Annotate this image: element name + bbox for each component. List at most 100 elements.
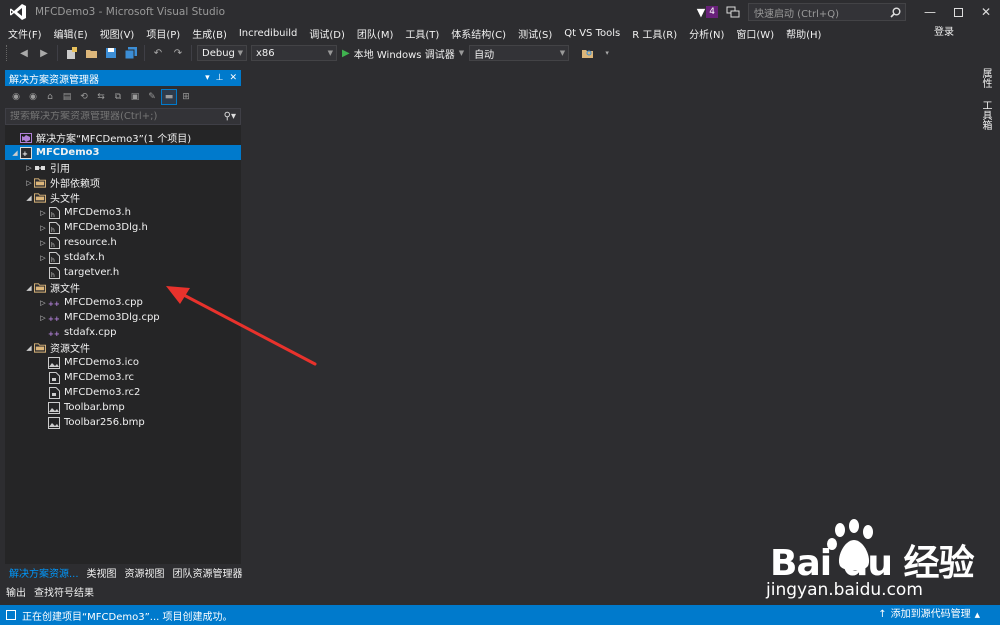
properties-wrench-icon[interactable]: ✎ — [145, 90, 159, 104]
forward-icon[interactable]: ◉ — [26, 90, 40, 104]
tree-item[interactable]: ▷ 引用 — [5, 160, 241, 176]
menu-edit[interactable]: 编辑(E) — [48, 26, 94, 41]
collapsed-arrow-icon[interactable]: ▷ — [38, 220, 48, 235]
svg-text:+: + — [22, 150, 28, 158]
preview-selected-icon[interactable]: ▬ — [161, 89, 177, 105]
collapsed-arrow-icon[interactable]: ▷ — [24, 160, 34, 175]
svg-text:h: h — [51, 242, 55, 249]
menu-architecture[interactable]: 体系结构(C) — [445, 26, 512, 41]
collapsed-arrow-icon[interactable]: ▷ — [38, 235, 48, 250]
tab-solution-explorer[interactable]: 解决方案资源... — [5, 565, 83, 580]
tab-resource-view[interactable]: 资源视图 — [121, 565, 169, 580]
open-file-icon[interactable] — [83, 45, 99, 61]
feedback-icon[interactable] — [726, 5, 740, 19]
save-icon[interactable] — [103, 45, 119, 61]
solution-platform-select[interactable]: x86 ▼ — [251, 45, 337, 61]
menu-qt-vs-tools[interactable]: Qt VS Tools — [558, 28, 626, 39]
menu-window[interactable]: 窗口(W) — [730, 26, 780, 41]
tab-class-view[interactable]: 类视图 — [83, 565, 121, 580]
sync-icon[interactable]: ⇆ — [94, 90, 108, 104]
class-diagram-icon[interactable]: ⊞ — [179, 90, 193, 104]
tab-output[interactable]: 输出 — [2, 584, 30, 599]
home-icon[interactable]: ⌂ — [43, 90, 57, 104]
collapsed-arrow-icon[interactable]: ▷ — [38, 205, 48, 220]
debug-target-select[interactable]: 自动 ▼ — [469, 45, 570, 61]
resource-icon — [48, 371, 60, 384]
solution-search-field[interactable]: ⚲▾ — [5, 108, 241, 125]
menu-analyze[interactable]: 分析(N) — [683, 26, 730, 41]
find-in-files-icon[interactable] — [579, 45, 595, 61]
tab-team-explorer[interactable]: 团队资源管理器 — [169, 565, 247, 580]
tab-properties[interactable]: 属性 — [978, 62, 993, 94]
menu-test[interactable]: 测试(S) — [512, 26, 558, 41]
sign-in-link[interactable]: 登录 — [934, 24, 954, 42]
save-all-icon[interactable] — [123, 45, 139, 61]
switch-views-icon[interactable]: ▤ — [60, 90, 74, 104]
tree-item[interactable]: Toolbar256.bmp — [5, 415, 241, 430]
start-debugging-button[interactable]: ▶ 本地 Windows 调试器 ▼ — [342, 46, 464, 61]
tree-item[interactable]: ▷ 外部依赖项 — [5, 175, 241, 190]
close-button[interactable]: ✕ — [972, 0, 1000, 24]
forward-icon[interactable]: ▶ — [36, 45, 52, 61]
tree-item[interactable]: Toolbar.bmp — [5, 400, 241, 415]
redo-icon[interactable]: ↷ — [170, 45, 186, 61]
tree-item[interactable]: ◢ 头文件 — [5, 190, 241, 205]
new-project-icon[interactable] — [63, 45, 79, 61]
tree-item[interactable]: MFCDemo3.rc2 — [5, 385, 241, 400]
expanded-arrow-icon[interactable]: ◢ — [24, 190, 34, 205]
menu-incredibuild[interactable]: Incredibuild — [233, 28, 304, 39]
panel-menu-icon[interactable]: ▾ — [205, 73, 210, 83]
maximize-icon — [953, 7, 963, 17]
back-icon[interactable]: ◀ — [16, 45, 32, 61]
collapse-all-icon[interactable]: ⧉ — [111, 90, 125, 104]
tree-item-label: MFCDemo3.rc — [64, 372, 135, 383]
tab-find-symbol-results[interactable]: 查找符号结果 — [30, 584, 98, 599]
menu-file[interactable]: 文件(F) — [0, 26, 48, 41]
collapsed-arrow-icon[interactable]: ▷ — [38, 250, 48, 265]
menu-build[interactable]: 生成(B) — [186, 26, 233, 41]
tree-item[interactable]: h targetver.h — [5, 265, 241, 280]
notifications-button[interactable]: ▼ 4 — [697, 6, 718, 19]
window-title: MFCDemo3 - Microsoft Visual Studio — [35, 6, 226, 18]
pin-icon[interactable]: ⊥ — [216, 73, 224, 83]
menu-project[interactable]: 项目(P) — [140, 26, 186, 41]
solution-search-input[interactable] — [10, 111, 200, 122]
menu-tools[interactable]: 工具(T) — [399, 26, 445, 41]
collapsed-arrow-icon[interactable]: ▷ — [38, 310, 48, 325]
expanded-arrow-icon[interactable]: ◢ — [24, 340, 34, 355]
show-all-files-icon[interactable]: ▣ — [128, 90, 142, 104]
menu-r-tools[interactable]: R 工具(R) — [626, 26, 683, 41]
quick-launch-input[interactable]: 快速启动 (Ctrl+Q) — [748, 3, 906, 21]
panel-close-icon[interactable]: ✕ — [229, 73, 237, 83]
pending-changes-icon[interactable]: ⟲ — [77, 90, 91, 104]
tree-item[interactable]: ◢ + MFCDemo3 — [5, 145, 241, 160]
tree-item-label: 头文件 — [50, 194, 80, 205]
toolbar-grip[interactable] — [6, 45, 10, 61]
solution-configuration-select[interactable]: Debug ▼ — [197, 45, 247, 61]
undo-icon[interactable]: ↶ — [150, 45, 166, 61]
configuration-value: Debug — [202, 47, 235, 59]
back-icon[interactable]: ◉ — [9, 90, 23, 104]
collapsed-arrow-icon[interactable]: ▷ — [24, 175, 34, 190]
tree-item[interactable]: ▷ h MFCDemo3.h — [5, 205, 241, 220]
menu-help[interactable]: 帮助(H) — [780, 26, 827, 41]
toolbar-overflow-icon[interactable]: ▾ — [599, 45, 615, 61]
collapsed-arrow-icon[interactable]: ▷ — [38, 295, 48, 310]
tree-item[interactable]: ▷ h stdafx.h — [5, 250, 241, 265]
expanded-arrow-icon[interactable]: ◢ — [24, 280, 34, 295]
source-control-button[interactable]: ↑ 添加到源代码管理 ▲ — [878, 605, 980, 625]
maximize-button[interactable] — [944, 0, 972, 24]
debugger-label: 本地 Windows 调试器 — [353, 49, 455, 61]
tree-item[interactable]: MFCDemo3.rc — [5, 370, 241, 385]
svg-text:++: ++ — [48, 315, 60, 323]
tree-item[interactable]: ▷ h resource.h — [5, 235, 241, 250]
tree-item[interactable]: ▷ h MFCDemo3Dlg.h — [5, 220, 241, 235]
menu-debug[interactable]: 调试(D) — [303, 26, 351, 41]
expanded-arrow-icon[interactable]: ◢ — [10, 145, 20, 160]
menu-team[interactable]: 团队(M) — [351, 26, 399, 41]
minimize-button[interactable]: — — [916, 0, 944, 24]
tab-toolbox[interactable]: 工具箱 — [978, 94, 993, 136]
tree-item[interactable]: 解决方案“MFCDemo3”(1 个项目) — [5, 130, 241, 145]
menu-view[interactable]: 视图(V) — [94, 26, 141, 41]
